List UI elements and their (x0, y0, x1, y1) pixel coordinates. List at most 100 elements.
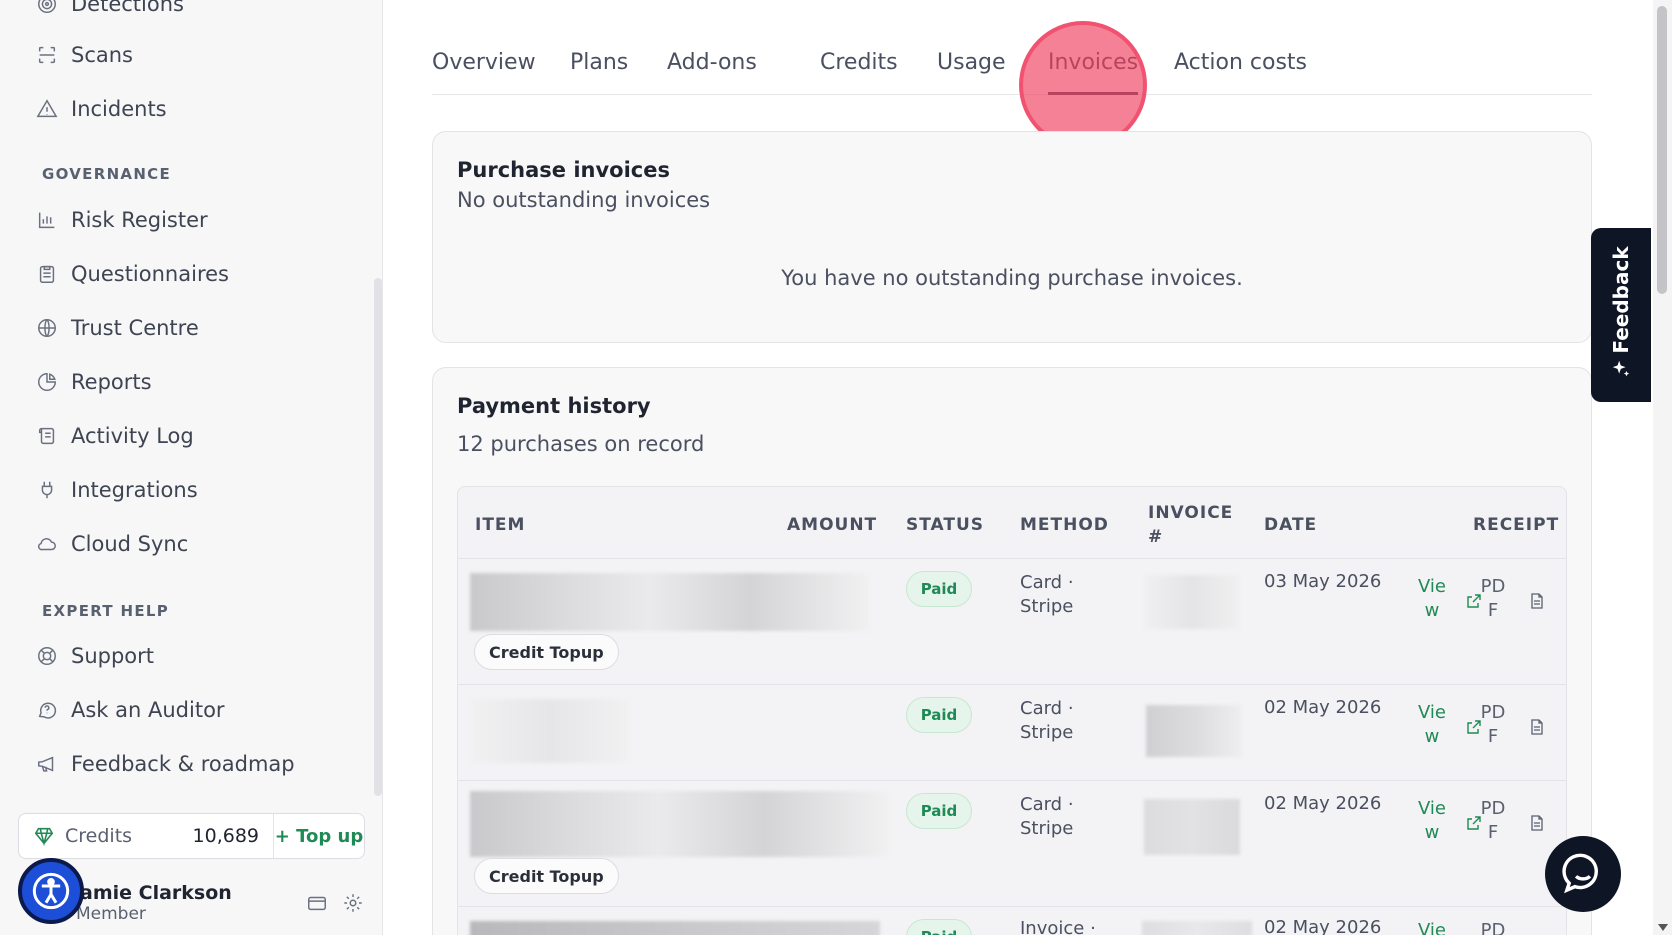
item-type-chip: Credit Topup (474, 858, 619, 894)
credit-card-icon[interactable] (306, 892, 328, 914)
item-type-chip: Credit Topup (474, 634, 619, 670)
tab-overview[interactable]: Overview (432, 50, 536, 94)
sidebar-item-questionnaires[interactable]: Questionnaires (35, 256, 229, 292)
sidebar-item-cloud-sync[interactable]: Cloud Sync (35, 526, 188, 562)
sidebar-item-integrations[interactable]: Integrations (35, 472, 198, 508)
page-scrollbar-thumb[interactable] (1657, 6, 1667, 294)
view-link-line1: Vie (1418, 702, 1446, 723)
credits-label: Credits (65, 825, 133, 847)
sidebar-item-label: Reports (71, 370, 152, 394)
target-icon (35, 0, 59, 16)
tab-action-costs[interactable]: Action costs (1174, 50, 1307, 94)
payment-history-subtitle: 12 purchases on record (457, 432, 705, 456)
top-up-button[interactable]: + Top up (274, 826, 364, 847)
view-receipt-link[interactable]: Vie (1406, 919, 1458, 935)
section-label-governance: GOVERNANCE (42, 165, 172, 183)
view-receipt-link[interactable]: Vie w (1406, 575, 1458, 623)
megaphone-icon (35, 752, 59, 776)
pdf-link-line1: PD (1480, 576, 1506, 597)
sidebar-item-trust-centre[interactable]: Trust Centre (35, 310, 199, 346)
view-link-line2: w (1424, 600, 1440, 621)
warning-icon (35, 97, 59, 121)
sidebar-item-activity-log[interactable]: Activity Log (35, 418, 194, 454)
payment-history-card: Payment history 12 purchases on record I… (432, 367, 1592, 935)
view-link-line2: w (1424, 726, 1440, 747)
sidebar-item-label: Risk Register (71, 208, 208, 232)
feedback-side-tab[interactable]: Feedback (1591, 228, 1651, 402)
sidebar-item-label: Integrations (71, 478, 198, 502)
pdf-receipt-link[interactable]: PD F (1468, 575, 1518, 623)
sidebar-item-detections[interactable]: Detections (35, 0, 184, 22)
column-header-status: STATUS (906, 515, 985, 535)
payment-method: Card · Stripe (1020, 793, 1074, 841)
sidebar-item-label: Incidents (71, 97, 167, 121)
view-receipt-link[interactable]: Vie w (1406, 797, 1458, 845)
pdf-receipt-link[interactable]: PD F (1468, 797, 1518, 845)
sidebar-item-feedback-roadmap[interactable]: Feedback & roadmap (35, 746, 295, 782)
payment-method-line1: Card · (1020, 572, 1074, 593)
accessibility-button[interactable] (18, 858, 84, 924)
status-badge: Paid (906, 571, 972, 607)
user-profile: amie Clarkson Member (18, 858, 368, 930)
status-badge: Paid (906, 919, 972, 935)
document-icon (1531, 815, 1543, 831)
scan-icon (35, 43, 59, 67)
pdf-link-line2: F (1487, 822, 1499, 843)
table-row: Paid Invoice · 02 May 2026 Vie PD (458, 906, 1566, 935)
scroll-down-arrow-icon[interactable] (1658, 924, 1668, 931)
purchase-invoices-card: Purchase invoices No outstanding invoice… (432, 131, 1592, 343)
sidebar-item-incidents[interactable]: Incidents (35, 91, 167, 127)
column-header-item: ITEM (475, 515, 526, 535)
purchase-invoices-title: Purchase invoices (457, 158, 670, 182)
payment-history-title: Payment history (457, 394, 651, 418)
table-row: Paid Card · Stripe 02 May 2026 Vie w PD F (458, 684, 1566, 780)
tab-plans[interactable]: Plans (570, 50, 628, 94)
user-actions (306, 892, 364, 914)
redacted-item-details (470, 921, 880, 935)
tab-add-ons[interactable]: Add-ons (667, 50, 757, 94)
pdf-receipt-link[interactable]: PD F (1468, 701, 1518, 749)
sidebar-item-label: Trust Centre (71, 316, 199, 340)
document-icon (1531, 719, 1543, 735)
billing-tabs: Overview Plans Add-ons Credits Usage Inv… (432, 40, 1592, 95)
payment-method: Invoice · (1020, 918, 1096, 935)
redacted-item-details (470, 699, 630, 763)
table-row: Credit Topup Paid Card · Stripe 03 May 20… (458, 558, 1566, 684)
sidebar-item-label: Detections (71, 0, 184, 16)
sidebar-scrollbar[interactable] (374, 278, 382, 796)
payment-method-line1: Card · (1020, 794, 1074, 815)
pdf-receipt-link[interactable]: PD (1468, 919, 1518, 935)
purchase-invoices-subtitle: No outstanding invoices (457, 188, 711, 212)
gear-icon[interactable] (342, 892, 364, 914)
sidebar-item-scans[interactable]: Scans (35, 37, 133, 73)
payment-history-table: ITEM AMOUNT STATUS METHOD INVOICE # DATE… (457, 486, 1567, 935)
feedback-tab-label: Feedback (1609, 246, 1633, 354)
sidebar-item-ask-an-auditor[interactable]: Ask an Auditor (35, 692, 225, 728)
payment-date: 03 May 2026 (1264, 571, 1382, 592)
column-header-invoice-line2: # (1148, 527, 1164, 547)
cloud-icon (35, 532, 59, 556)
lifebuoy-icon (35, 644, 59, 668)
column-header-receipt: RECEIPT (1473, 515, 1560, 535)
credits-balance: Credits 10,689 (19, 814, 274, 858)
sidebar-item-risk-register[interactable]: Risk Register (35, 202, 208, 238)
document-icon (1531, 593, 1543, 609)
accessibility-icon (32, 872, 70, 910)
column-header-amount: AMOUNT (787, 515, 878, 535)
page-scrollbar[interactable] (1653, 0, 1672, 935)
payment-date: 02 May 2026 (1264, 793, 1382, 814)
chat-support-button[interactable] (1545, 836, 1621, 912)
sidebar-item-reports[interactable]: Reports (35, 364, 152, 400)
tab-credits[interactable]: Credits (820, 50, 898, 94)
pdf-link-line2: F (1487, 600, 1499, 621)
tab-invoices[interactable]: Invoices (1048, 50, 1139, 95)
view-link-line1: Vie (1418, 576, 1446, 597)
sidebar-item-label: Support (71, 644, 155, 668)
view-receipt-link[interactable]: Vie w (1406, 701, 1458, 749)
tab-usage[interactable]: Usage (937, 50, 1006, 94)
sidebar-item-label: Ask an Auditor (71, 698, 225, 722)
pdf-link-line1: PD (1480, 798, 1506, 819)
sidebar-item-support[interactable]: Support (35, 638, 154, 674)
purchase-invoices-empty-message: You have no outstanding purchase invoice… (781, 266, 1243, 290)
chat-question-icon (35, 698, 59, 722)
